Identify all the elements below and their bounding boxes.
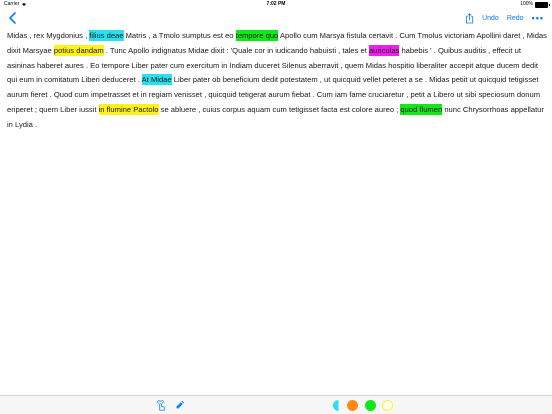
color-swatch-yellow[interactable] — [382, 400, 393, 411]
battery-fill — [536, 2, 547, 7]
bottom-toolbar — [0, 395, 552, 414]
share-icon[interactable] — [465, 12, 474, 24]
text-run: . Tunc Apollo indignatus Midae dixit : '… — [103, 45, 369, 55]
clock: 7:02 PM — [266, 1, 286, 7]
battery-indicator: 100% — [520, 0, 550, 9]
document-text[interactable]: Midas , rex Mygdonius , filius deae Matr… — [7, 29, 547, 133]
status-bar: Carrier 7:02 PM 100% — [0, 0, 552, 9]
highlight-green[interactable]: tempore quo — [235, 30, 279, 41]
text-run: Midas , rex Mygdonius , — [7, 31, 90, 40]
tap-tool-icon[interactable] — [156, 400, 167, 411]
color-swatch-green[interactable] — [365, 400, 376, 411]
highlight-cyan[interactable]: At Midae — [141, 74, 172, 86]
back-chevron-icon[interactable] — [6, 11, 20, 25]
text-run: Matris , a Tmolo sumptus est eo — [123, 31, 236, 40]
text-run: se abluere , cuius corpus aquam cum teti… — [158, 104, 401, 114]
redo-button[interactable]: Redo — [507, 15, 524, 22]
highlight-cyan[interactable]: filius deae — [89, 30, 124, 41]
navigation-bar: Undo Redo ••• — [0, 9, 552, 28]
nav-actions: Undo Redo ••• — [465, 12, 544, 24]
highlight-magenta[interactable]: auriculas — [368, 44, 400, 56]
battery-percent: 100% — [520, 1, 533, 7]
color-swatch-orange[interactable] — [347, 400, 358, 411]
highlighter-tool-icon[interactable] — [174, 400, 185, 411]
highlight-yellow[interactable]: in flumine Pactolo — [98, 103, 159, 115]
highlight-green[interactable]: quod flumen — [400, 103, 443, 115]
more-button[interactable]: ••• — [532, 13, 544, 23]
color-swatch-cyan[interactable] — [333, 400, 339, 411]
highlight-yellow[interactable]: potius dandam — [53, 44, 104, 56]
undo-button[interactable]: Undo — [482, 15, 499, 22]
battery-icon — [535, 1, 550, 8]
